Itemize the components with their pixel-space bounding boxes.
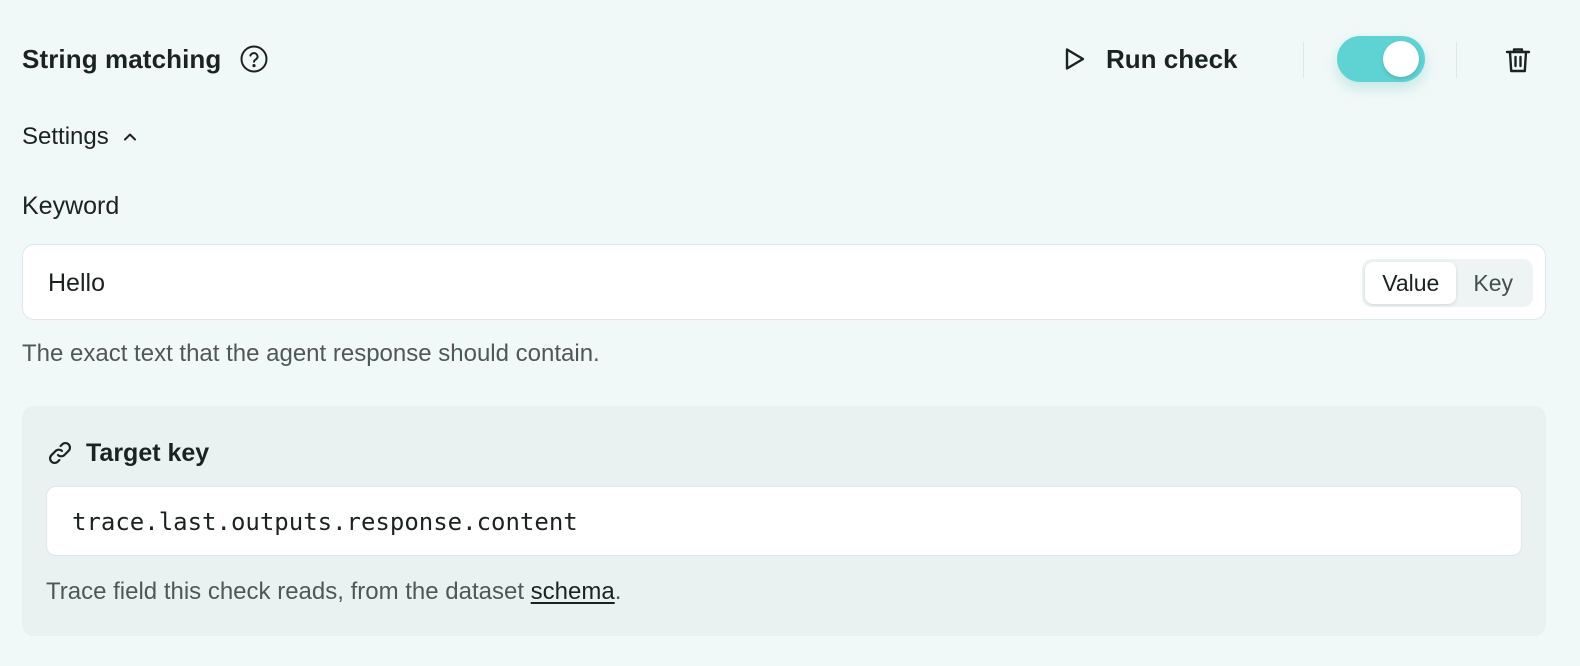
target-key-input[interactable]: trace.last.outputs.response.content (46, 486, 1522, 556)
keyword-mode-switch: Value Key (1362, 259, 1533, 307)
target-key-heading: Target key (46, 436, 209, 470)
link-icon (46, 439, 74, 467)
hint-text: Trace field this check reads, from the d… (46, 578, 531, 605)
check-card: String matching Run check Settings Keywo… (0, 0, 1580, 666)
target-key-label: Target key (86, 438, 210, 467)
target-key-hint: Trace field this check reads, from the d… (46, 578, 621, 606)
question-circle-icon[interactable] (239, 44, 269, 74)
run-check-label: Run check (1106, 43, 1238, 74)
keyword-input[interactable]: Hello Value Key (22, 244, 1546, 320)
mode-option-key[interactable]: Key (1456, 262, 1530, 304)
mode-option-value[interactable]: Value (1365, 262, 1457, 304)
play-icon (1060, 45, 1088, 73)
check-header: String matching Run check (22, 36, 1542, 82)
run-check-button[interactable]: Run check (1060, 36, 1238, 82)
title-group: String matching (22, 36, 269, 82)
toggle-knob (1383, 41, 1419, 77)
target-key-panel: Target key trace.last.outputs.response.c… (22, 406, 1546, 636)
target-key-value[interactable]: trace.last.outputs.response.content (72, 487, 578, 557)
chevron-up-icon (121, 128, 139, 146)
check-title: String matching (22, 43, 222, 74)
enable-toggle[interactable] (1337, 36, 1425, 82)
hint-suffix: . (614, 578, 622, 605)
header-divider (1456, 42, 1457, 78)
settings-toggle[interactable]: Settings (22, 120, 139, 154)
header-divider (1303, 42, 1304, 78)
trash-icon[interactable] (1502, 44, 1534, 76)
keyword-value[interactable]: Hello (48, 245, 105, 321)
keyword-hint: The exact text that the agent response s… (22, 340, 600, 367)
schema-link[interactable]: schema (531, 578, 615, 605)
settings-label: Settings (22, 123, 109, 150)
keyword-label: Keyword (22, 192, 120, 220)
